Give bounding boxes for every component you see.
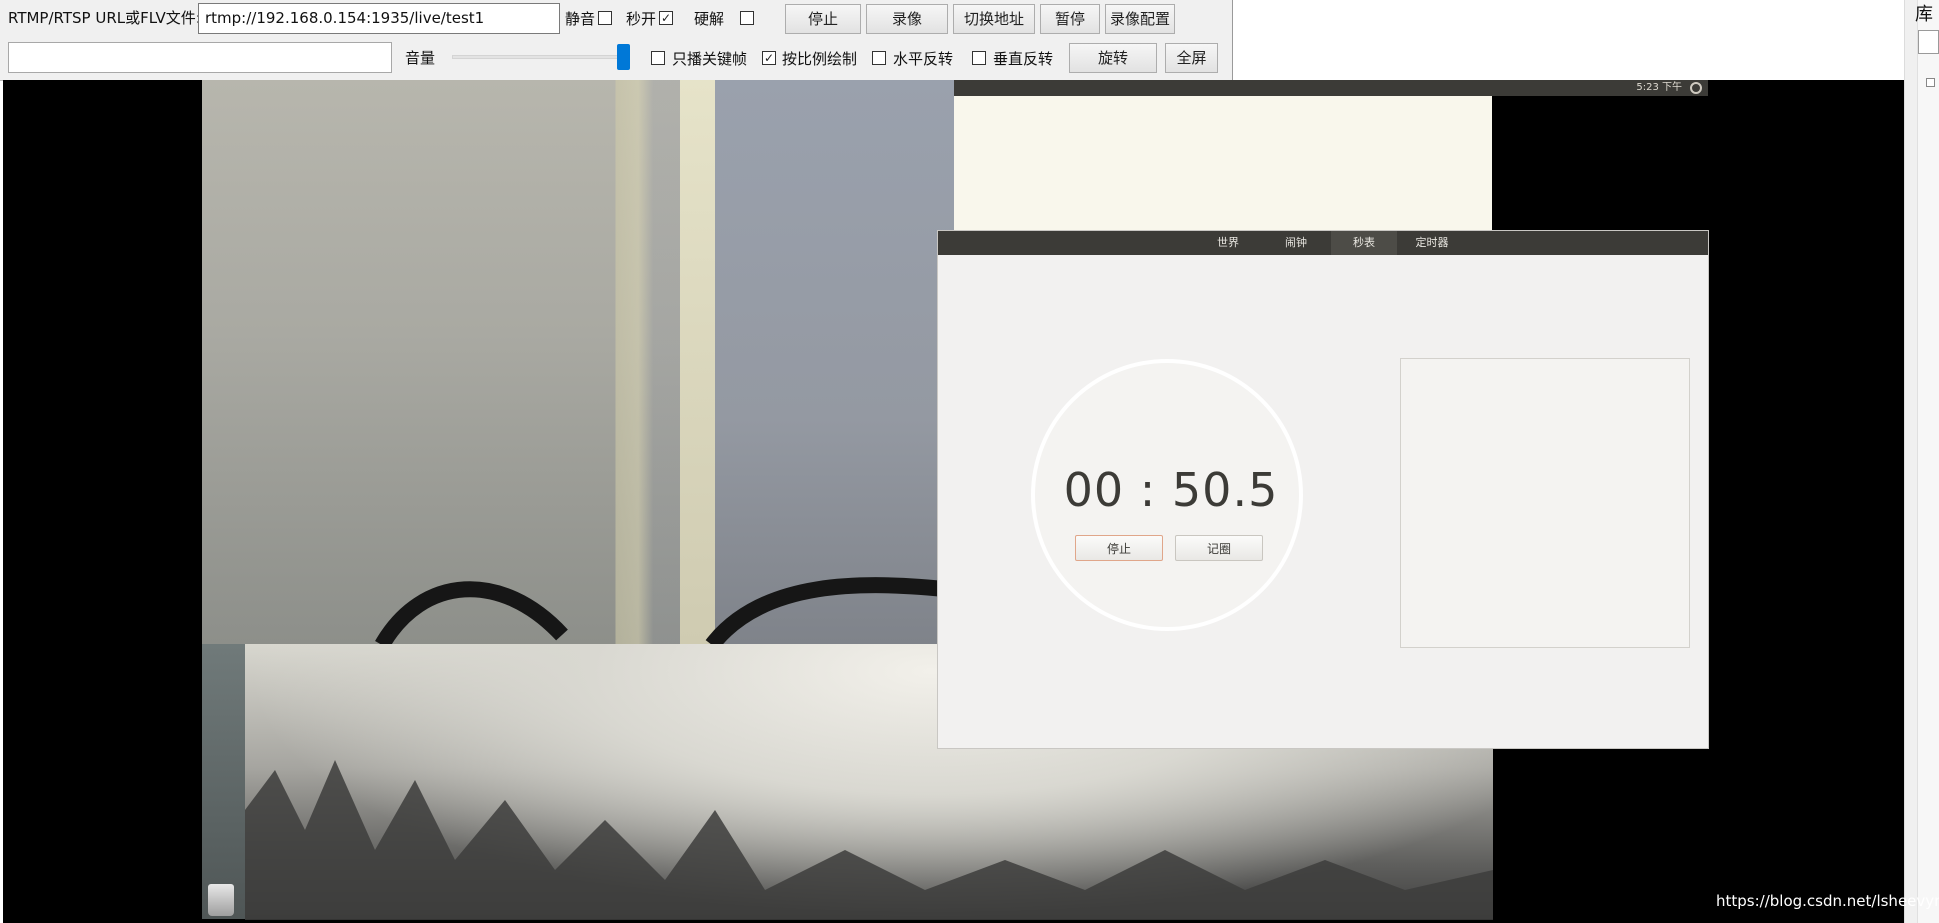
keyframe-only-label: 只播关键帧 — [672, 50, 748, 68]
volume-slider-track[interactable] — [452, 55, 628, 59]
keep-ratio-label: 按比例绘制 — [782, 50, 858, 68]
vertical-scrollbar[interactable] — [1905, 0, 1918, 923]
hw-decode-checkbox[interactable] — [740, 11, 754, 25]
control-panel: RTMP/RTSP URL或FLV文件: rtmp://192.168.0.15… — [0, 0, 1233, 81]
tree-collapse-icon[interactable] — [1926, 78, 1935, 87]
mute-checkbox[interactable] — [598, 11, 612, 25]
instant-open-checkbox[interactable]: ✓ — [659, 11, 673, 25]
tab-alarm[interactable]: 闹钟 — [1263, 231, 1329, 255]
switch-url-button[interactable]: 切换地址 — [953, 4, 1035, 34]
tab-world[interactable]: 世界 — [1195, 231, 1261, 255]
volume-slider-thumb[interactable] — [617, 44, 630, 70]
rotate-button[interactable]: 旋转 — [1069, 43, 1157, 73]
clock-tab-bar: 世界 闹钟 秒表 定时器 — [938, 231, 1708, 255]
background-window — [954, 96, 1492, 231]
stop-button[interactable]: 停止 — [785, 4, 861, 34]
url-input-value: rtmp://192.168.0.154:1935/live/test1 — [205, 9, 485, 27]
ubuntu-top-panel: 5:23 下午 — [954, 80, 1708, 96]
flip-vertical-label: 垂直反转 — [993, 50, 1054, 68]
stopwatch-time: 00 : 50.5 — [1063, 463, 1279, 517]
url-label: RTMP/RTSP URL或FLV文件: — [8, 9, 201, 27]
flip-horizontal-checkbox[interactable] — [872, 51, 886, 65]
camera-frame-cable — [375, 577, 954, 645]
tab-stopwatch[interactable]: 秒表 — [1331, 231, 1397, 255]
fullscreen-button[interactable]: 全屏 — [1165, 43, 1218, 73]
pause-button[interactable]: 暂停 — [1040, 4, 1100, 34]
stopwatch-dial: 00 : 50.5 停止 记圈 — [1031, 359, 1303, 631]
flip-horizontal-label: 水平反转 — [893, 50, 954, 68]
lap-list — [1400, 358, 1690, 648]
record-button[interactable]: 录像 — [866, 4, 948, 34]
gear-icon — [1690, 82, 1702, 94]
watermark: https://blog.csdn.net/lsheevyng — [1716, 892, 1939, 910]
hw-decode-label: 硬解 — [694, 10, 725, 28]
record-config-button[interactable]: 录像配置 — [1105, 4, 1175, 34]
forest-trees — [245, 760, 1493, 920]
library-title: 库 — [1915, 4, 1933, 25]
url-input[interactable]: rtmp://192.168.0.154:1935/live/test1 — [198, 3, 560, 34]
trash-icon[interactable] — [208, 884, 234, 916]
status-field — [8, 42, 392, 73]
volume-label: 音量 — [405, 49, 436, 67]
mute-label: 静音 — [565, 10, 596, 28]
instant-open-label: 秒开 — [626, 10, 657, 28]
keyframe-only-checkbox[interactable] — [651, 51, 665, 65]
keep-ratio-checkbox[interactable]: ✓ — [762, 51, 776, 65]
tab-timer[interactable]: 定时器 — [1399, 231, 1465, 255]
stopwatch-lap-button[interactable]: 记圈 — [1175, 535, 1263, 561]
desktop-launcher-strip — [202, 644, 245, 919]
clock-window: 世界 闹钟 秒表 定时器 00 : 50.5 停止 记圈 — [938, 231, 1708, 748]
stopwatch-stop-button[interactable]: 停止 — [1075, 535, 1163, 561]
library-search-input[interactable] — [1918, 30, 1939, 54]
flip-vertical-checkbox[interactable] — [972, 51, 986, 65]
